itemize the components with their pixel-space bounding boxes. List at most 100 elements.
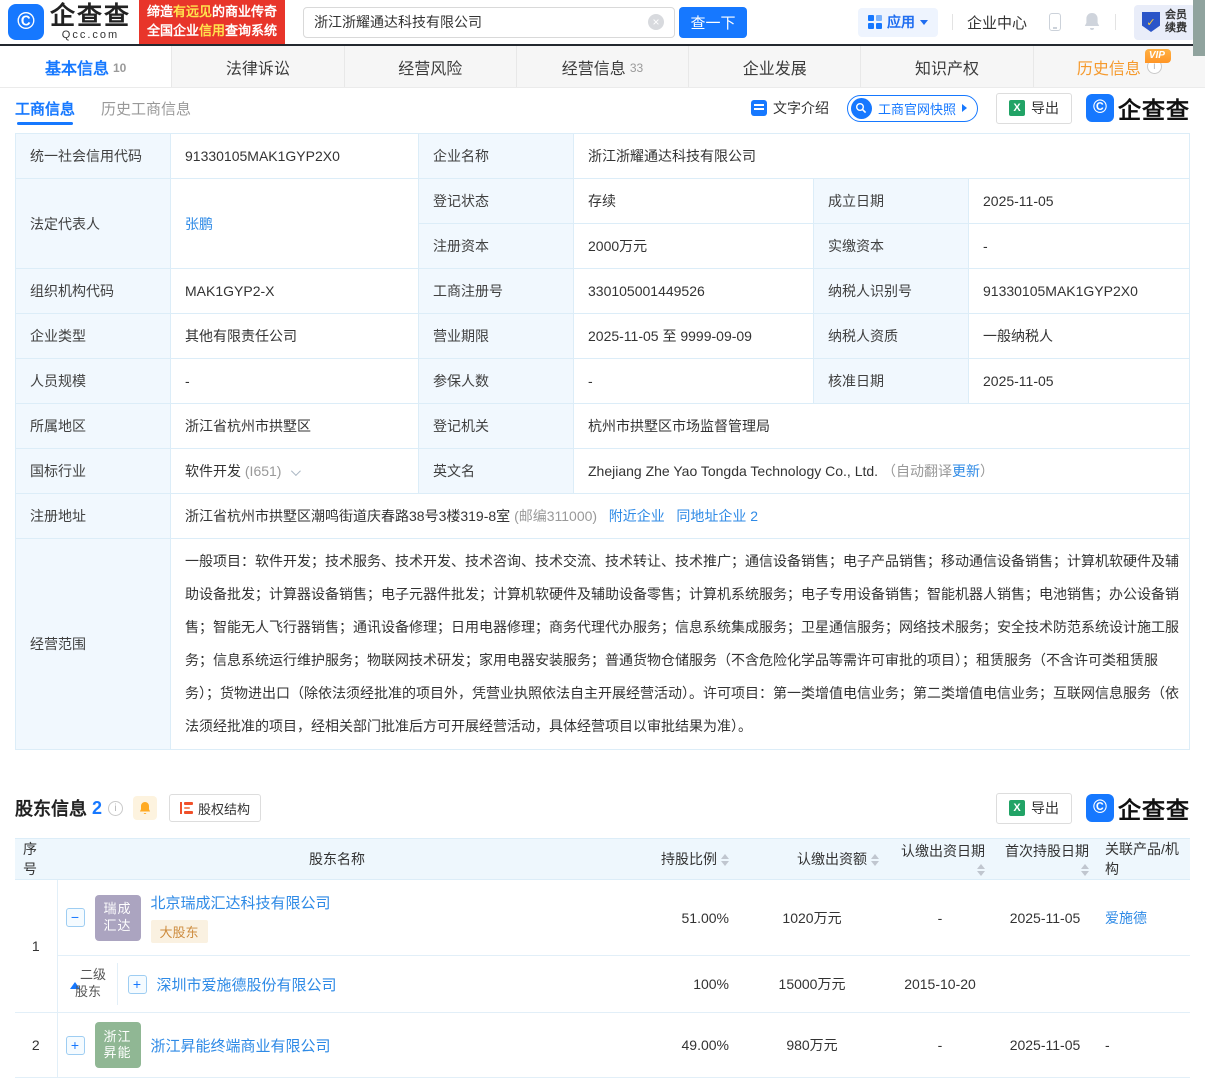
sort-icon[interactable] bbox=[1081, 864, 1089, 876]
reg-authority-value: 杭州市拱墅区市场监督管理局 bbox=[574, 404, 1190, 449]
shareholder-link[interactable]: 浙江昇能终端商业有限公司 bbox=[151, 1035, 331, 1056]
sort-icon[interactable] bbox=[871, 854, 879, 866]
company-name-label: 企业名称 bbox=[419, 134, 574, 179]
info-icon[interactable]: i bbox=[108, 801, 123, 816]
avatar: 瑞成 汇达 bbox=[95, 895, 141, 941]
collapse-icon[interactable]: − bbox=[66, 908, 85, 927]
staff-size-value: - bbox=[171, 359, 419, 404]
tab-ip[interactable]: 知识产权 bbox=[861, 46, 1033, 87]
establish-date-value: 2025-11-05 bbox=[969, 179, 1190, 224]
ratio-value: 49.00% bbox=[617, 1013, 737, 1078]
search-box: × bbox=[303, 7, 675, 38]
subnav: 工商信息 历史工商信息 文字介绍 工商官网快照 X 导出 © 企查查 bbox=[0, 88, 1205, 128]
insured-label: 参保人数 bbox=[419, 359, 574, 404]
shareholder-link[interactable]: 深圳市爱施德股份有限公司 bbox=[157, 974, 337, 995]
region-value: 浙江省杭州市拱墅区 bbox=[171, 404, 419, 449]
col-first-date[interactable]: 首次持股日期 bbox=[993, 839, 1097, 880]
reg-status-label: 登记状态 bbox=[419, 179, 574, 224]
col-related: 关联产品/机构 bbox=[1097, 839, 1190, 880]
legal-rep-link[interactable]: 张鹏 bbox=[185, 216, 213, 232]
member-renew-button[interactable]: ✓ 会员 续费 bbox=[1134, 5, 1195, 40]
table-row: 组织机构代码 MAK1GYP2-X 工商注册号 330105001449526 … bbox=[16, 269, 1190, 314]
apps-dropdown[interactable]: 应用 bbox=[858, 8, 938, 37]
col-index: 序号 bbox=[15, 839, 57, 880]
tab-legal[interactable]: 法律诉讼 bbox=[172, 46, 344, 87]
shareholder-subrow: 二级 股东 + 深圳市爱施德股份有限公司 100% 15000万元 2015-1… bbox=[15, 956, 1190, 1013]
tab-basic-info[interactable]: 基本信息10 bbox=[0, 46, 172, 87]
apps-label: 应用 bbox=[887, 12, 915, 32]
equity-structure-button[interactable]: 股权结构 bbox=[169, 794, 261, 822]
shareholder-row: 1 − 瑞成 汇达 北京瑞成汇达科技有限公司 大股东 51.00% 1020万元… bbox=[15, 880, 1190, 956]
insured-value: - bbox=[574, 359, 814, 404]
snapshot-icon bbox=[851, 98, 872, 119]
document-icon bbox=[751, 100, 767, 116]
related-product-link[interactable]: 爱施德 bbox=[1105, 910, 1147, 926]
paid-capital-value: - bbox=[969, 224, 1190, 269]
auto-translate-note: （自动翻译 bbox=[882, 463, 952, 479]
region-label: 所属地区 bbox=[16, 404, 171, 449]
shareholder-link[interactable]: 北京瑞成汇达科技有限公司 bbox=[151, 895, 331, 912]
excel-icon: X bbox=[1009, 800, 1025, 816]
expand-icon[interactable]: + bbox=[66, 1036, 85, 1055]
tab-development[interactable]: 企业发展 bbox=[689, 46, 861, 87]
col-amount[interactable]: 认缴出资额 bbox=[737, 839, 887, 880]
table-row: 统一社会信用代码 91330105MAK1GYP2X0 企业名称 浙江浙耀通达科… bbox=[16, 134, 1190, 179]
approval-date-value: 2025-11-05 bbox=[969, 359, 1190, 404]
bell-icon[interactable] bbox=[1083, 12, 1101, 32]
scrollbar-thumb[interactable] bbox=[1193, 0, 1205, 56]
translate-update-link[interactable]: 更新 bbox=[952, 463, 980, 479]
qcc-company-page: © 企查查 Qcc.com 缔造有远见的商业传奇 全国企业信用查询系统 × 查一… bbox=[0, 0, 1205, 1021]
reg-capital-label: 注册资本 bbox=[419, 224, 574, 269]
org-chart-icon bbox=[180, 802, 193, 814]
paid-capital-label: 实缴资本 bbox=[814, 224, 969, 269]
industry-value: 软件开发 (I651) bbox=[171, 449, 419, 494]
amount-value: 15000万元 bbox=[737, 956, 887, 1013]
search-button[interactable]: 查一下 bbox=[679, 7, 747, 38]
legal-rep-label: 法定代表人 bbox=[16, 179, 171, 269]
monitor-bell-button[interactable] bbox=[133, 796, 157, 820]
nearby-companies-link[interactable]: 附近企业 bbox=[609, 508, 665, 524]
expand-icon[interactable]: + bbox=[128, 975, 147, 994]
reg-number-label: 工商注册号 bbox=[419, 269, 574, 314]
reg-capital-value: 2000万元 bbox=[574, 224, 814, 269]
phone-icon[interactable] bbox=[1049, 13, 1061, 31]
shareholders-table: 序号 股东名称 持股比例 认缴出资额 认缴出资日期 首次持股日期 关联产品/机构… bbox=[15, 838, 1190, 1078]
tab-history[interactable]: VIP 历史信息 i bbox=[1034, 46, 1205, 87]
text-intro-button[interactable]: 文字介绍 bbox=[751, 98, 829, 118]
enterprise-center-link[interactable]: 企业中心 bbox=[967, 12, 1027, 33]
qcc-logo-icon[interactable]: © bbox=[8, 4, 44, 40]
official-snapshot-button[interactable]: 工商官网快照 bbox=[847, 95, 978, 122]
company-name-value: 浙江浙耀通达科技有限公司 bbox=[574, 134, 1190, 179]
scope-label: 经营范围 bbox=[16, 539, 171, 750]
business-info-section: 统一社会信用代码 91330105MAK1GYP2X0 企业名称 浙江浙耀通达科… bbox=[0, 128, 1205, 750]
qcc-watermark-text: 企查查 bbox=[1118, 791, 1190, 825]
search-input[interactable] bbox=[314, 14, 648, 30]
col-date[interactable]: 认缴出资日期 bbox=[887, 839, 993, 880]
sort-icon[interactable] bbox=[721, 854, 729, 866]
shareholder-name-cell: + 浙江 昇能 浙江昇能终端商业有限公司 bbox=[57, 1013, 617, 1078]
tab-risk[interactable]: 经营风险 bbox=[345, 46, 517, 87]
same-address-link[interactable]: 同地址企业 2 bbox=[676, 508, 758, 524]
reg-number-value: 330105001449526 bbox=[574, 269, 814, 314]
clear-icon[interactable]: × bbox=[648, 14, 664, 30]
date-value: - bbox=[887, 1013, 993, 1078]
shareholders-title: 股东信息 bbox=[15, 795, 87, 821]
ratio-value: 51.00% bbox=[617, 880, 737, 956]
export-button[interactable]: X 导出 bbox=[996, 93, 1072, 124]
subtab-history-business-info[interactable]: 历史工商信息 bbox=[101, 88, 191, 128]
brand-name: 企查查 bbox=[50, 4, 131, 29]
company-type-label: 企业类型 bbox=[16, 314, 171, 359]
export-button[interactable]: X 导出 bbox=[996, 793, 1072, 824]
excel-icon: X bbox=[1009, 100, 1025, 116]
subtab-business-info[interactable]: 工商信息 bbox=[15, 88, 75, 128]
table-header-row: 序号 股东名称 持股比例 认缴出资额 认缴出资日期 首次持股日期 关联产品/机构 bbox=[15, 839, 1190, 880]
sort-icon[interactable] bbox=[977, 864, 985, 876]
chevron-down-icon[interactable] bbox=[291, 466, 301, 476]
table-row: 企业类型 其他有限责任公司 营业期限 2025-11-05 至 9999-09-… bbox=[16, 314, 1190, 359]
legal-rep-value: 张鹏 bbox=[171, 179, 419, 269]
brand-domain: Qcc.com bbox=[62, 30, 119, 41]
tab-operation[interactable]: 经营信息33 bbox=[517, 46, 689, 87]
caret-down-icon bbox=[920, 20, 928, 25]
col-ratio[interactable]: 持股比例 bbox=[617, 839, 737, 880]
qcc-watermark-icon: © bbox=[1086, 794, 1114, 822]
